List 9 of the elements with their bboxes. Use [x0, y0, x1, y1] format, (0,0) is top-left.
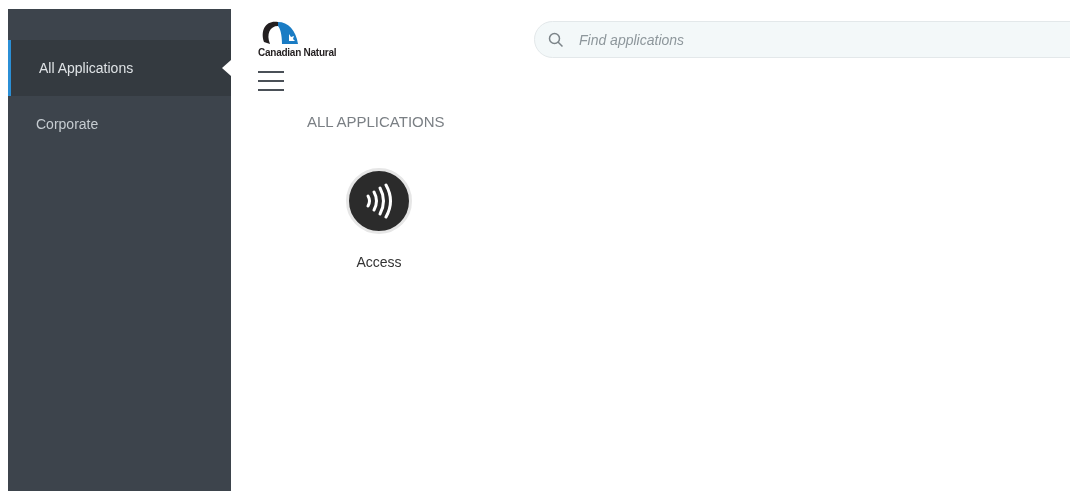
pointer-icon — [222, 60, 231, 76]
menu-icon[interactable] — [258, 70, 284, 92]
app-label[interactable]: Access — [356, 251, 402, 273]
search-field[interactable]: Find applications — [534, 21, 1070, 58]
logo-text: Canadian Natural — [258, 46, 337, 60]
sidebar-item[interactable]: Corporate — [8, 96, 231, 152]
sidebar-item[interactable]: All Applications — [8, 40, 231, 96]
search-icon — [548, 32, 564, 48]
section-title: ALL APPLICATIONS — [307, 112, 445, 132]
